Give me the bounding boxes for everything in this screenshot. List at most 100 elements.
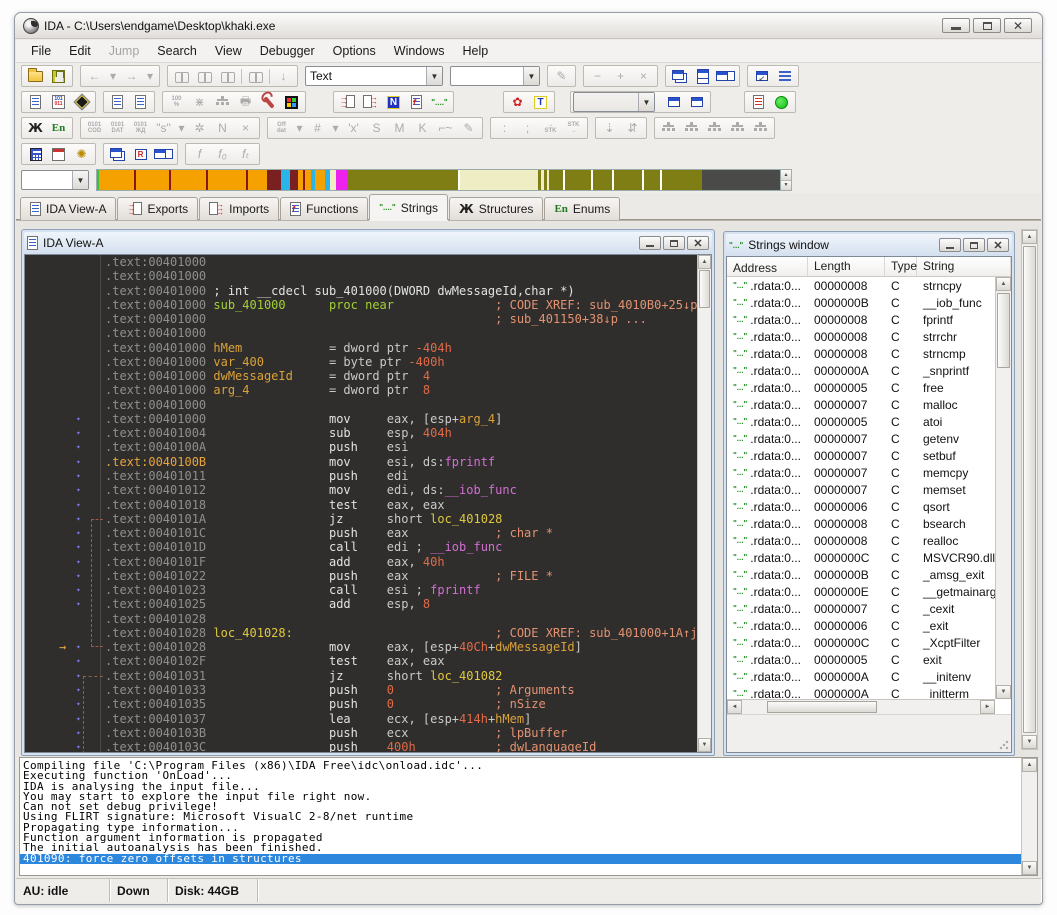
tab-structures[interactable]: ЖStructures	[449, 197, 543, 220]
save-desktop-button[interactable]	[152, 145, 175, 164]
add-func-tail-button[interactable]: ⇣	[598, 119, 621, 138]
stack-var-button[interactable]: K	[411, 119, 434, 138]
tab-strings[interactable]: "...."Strings	[369, 194, 448, 220]
add-item-button[interactable]: +	[609, 67, 632, 86]
output-line[interactable]: 401090: force zero offsets in structures	[20, 854, 1037, 864]
rename-segment-button[interactable]	[662, 93, 685, 112]
resize-grip[interactable]	[999, 740, 1009, 750]
disassembly-line[interactable]: ✦.text:00401004 sub esp, 404h	[25, 426, 697, 440]
exports-button[interactable]: →→→	[336, 93, 359, 112]
colon-comment-button[interactable]: :	[493, 119, 516, 138]
disassembly-line[interactable]: ✦.text:00401031 jz short loc_401082	[25, 669, 697, 683]
remove-func-tail-button[interactable]: ⇵	[621, 119, 644, 138]
menu-file[interactable]: File	[22, 41, 60, 61]
call-graph-button[interactable]	[680, 119, 703, 138]
disassembly-line[interactable]: ✦.text:0040100B mov esi, ds:fprintf	[25, 455, 697, 469]
string-row[interactable]: "...".rdata:0...0000000BC_amsg_exit	[727, 566, 995, 583]
disassembly-line[interactable]: ✦.text:0040101F add eax, 40h	[25, 555, 697, 569]
minimize-button[interactable]	[942, 18, 970, 33]
tile-horizontal-button[interactable]	[691, 67, 714, 86]
string-dropdown[interactable]: ▾	[175, 119, 188, 138]
menu-options[interactable]: Options	[324, 41, 385, 61]
ida-view-maximize-button[interactable]	[663, 236, 685, 250]
save-button[interactable]	[47, 67, 70, 86]
hex-view-button[interactable]: 101011	[47, 93, 70, 112]
navigate-back-button[interactable]: ←	[83, 67, 106, 86]
segment-combo[interactable]: ▼	[573, 92, 655, 112]
tab-functions[interactable]: fFunctions	[280, 197, 368, 220]
column-header-string[interactable]: String	[917, 257, 1011, 276]
string-row[interactable]: "...".rdata:0...00000005Catoi	[727, 413, 995, 430]
string-row[interactable]: "...".rdata:0...00000005Cexit	[727, 651, 995, 668]
menu-search[interactable]: Search	[148, 41, 206, 61]
strings-title-bar[interactable]: "..." Strings window ✕	[726, 234, 1012, 256]
structures-button[interactable]: Ж	[24, 119, 47, 138]
string-row[interactable]: "...".rdata:0...00000006Cqsort	[727, 498, 995, 515]
colors-button[interactable]	[280, 93, 303, 112]
number-dropdown[interactable]: ▾	[329, 119, 342, 138]
reset-desktop-button[interactable]: R	[129, 145, 152, 164]
undefine-button[interactable]: ×	[234, 119, 257, 138]
disassembly-line[interactable]: .text:00401000 sub_401000 proc near ; CO…	[25, 298, 697, 312]
close-button[interactable]: ✕	[1004, 18, 1032, 33]
imports-button[interactable]: →→→	[359, 93, 382, 112]
search-again-button[interactable]	[244, 67, 267, 86]
flow-chart-button[interactable]	[657, 119, 680, 138]
string-row[interactable]: "...".rdata:0...00000007Cmalloc	[727, 396, 995, 413]
string-row[interactable]: "...".rdata:0...0000000AC_snprintf	[727, 362, 995, 379]
maximize-button[interactable]	[973, 18, 1001, 33]
menu-help[interactable]: Help	[453, 41, 497, 61]
strings-horizontal-scrollbar[interactable]: ◄ ►	[727, 699, 995, 714]
disassembly-line[interactable]: .text:00401000 var_400 = byte ptr -400h	[25, 355, 697, 369]
disassembly-line[interactable]: .text:00401000 dwMessageId = dword ptr 4	[25, 369, 697, 383]
open-file-button[interactable]	[24, 67, 47, 86]
semicolon-comment-button[interactable]: ;	[516, 119, 539, 138]
disassembly-view[interactable]: .text:00401000.text:00401000.text:004010…	[25, 255, 697, 752]
notes-button[interactable]	[106, 93, 129, 112]
disassembly-line[interactable]: ✦.text:00401011 push edi	[25, 469, 697, 483]
tab-imports[interactable]: →→→Imports	[199, 197, 279, 220]
stack-down-button[interactable]: STK→	[562, 119, 585, 138]
create-function-button[interactable]: f	[188, 145, 211, 164]
disassembly-line[interactable]: ✦.text:00401037 lea ecx, [esp+414h+hMem]	[25, 712, 697, 726]
menu-edit[interactable]: Edit	[60, 41, 100, 61]
string-row[interactable]: "...".rdata:0...00000005Cfree	[727, 379, 995, 396]
window-list-button[interactable]	[773, 67, 796, 86]
edit-function-button[interactable]: f₀	[211, 145, 234, 164]
search-binary-button[interactable]	[170, 67, 193, 86]
segment-button[interactable]: S	[365, 119, 388, 138]
string-row[interactable]: "...".rdata:0...00000007Cgetenv	[727, 430, 995, 447]
tile-vertical-button[interactable]	[714, 67, 737, 86]
menu-view[interactable]: View	[206, 41, 251, 61]
strings-close-button[interactable]: ✕	[987, 238, 1009, 252]
title-bar[interactable]: IDA - C:\Users\endgame\Desktop\khaki.exe…	[15, 13, 1042, 39]
string-row[interactable]: "...".rdata:0...00000007C_cexit	[727, 600, 995, 617]
tab-enums[interactable]: EnEnums	[544, 197, 620, 220]
menu-jump[interactable]: Jump	[100, 41, 149, 61]
disassembly-line[interactable]: ✦.text:00401033 push 0 ; Arguments	[25, 683, 697, 697]
output-window[interactable]: Compiling file 'C:\Program Files (x86)\I…	[19, 757, 1038, 876]
run-indicator[interactable]	[770, 93, 793, 112]
disassembly-line[interactable]: .text:00401028 loc_401028: ; CODE XREF: …	[25, 626, 697, 640]
stack-up-button[interactable]: →STK	[539, 119, 562, 138]
mdi-vertical-scrollbar[interactable]: ▲ ▼	[1021, 229, 1038, 750]
disassembly-line[interactable]: ✦.text:0040102F test eax, eax	[25, 654, 697, 668]
text-view-button[interactable]	[24, 93, 47, 112]
string-row[interactable]: "...".rdata:0...0000000BC__iob_func	[727, 294, 995, 311]
strings-minimize-button[interactable]	[939, 238, 961, 252]
navigation-combo[interactable]: ▼	[21, 170, 89, 190]
ida-view-minimize-button[interactable]	[639, 236, 661, 250]
functions-button[interactable]: f	[405, 93, 428, 112]
print-button[interactable]: 🖶	[234, 93, 257, 112]
disassembly-line[interactable]: ✦→.text:00401028 mov eax, [esp+40Ch+dwMe…	[25, 640, 697, 654]
column-header-address[interactable]: Address	[727, 257, 808, 276]
strings-button[interactable]: "...."	[428, 93, 451, 112]
jump-down-button[interactable]: ↓	[272, 67, 295, 86]
strings-maximize-button[interactable]	[963, 238, 985, 252]
menu-windows[interactable]: Windows	[385, 41, 454, 61]
string-row[interactable]: "...".rdata:0...00000008Cfprintf	[727, 311, 995, 328]
string-row[interactable]: "...".rdata:0...00000008Crealloc	[727, 532, 995, 549]
graph-overview-button[interactable]	[211, 93, 234, 112]
string-row[interactable]: "...".rdata:0...00000007Csetbuf	[727, 447, 995, 464]
string-row[interactable]: "...".rdata:0...0000000AC_initterm	[727, 685, 995, 699]
